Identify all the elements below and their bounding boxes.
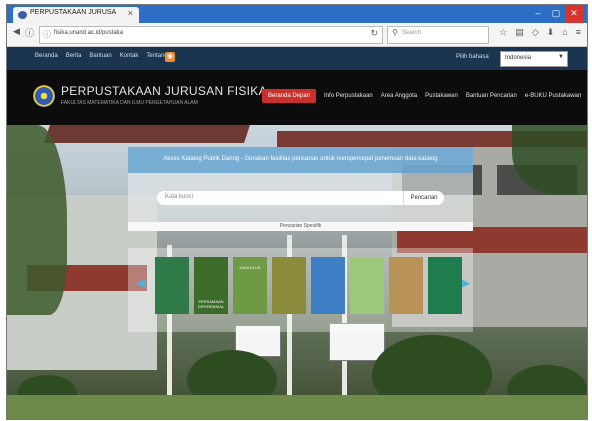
language-label: Pilih bahasa — [456, 54, 489, 60]
topbar-link[interactable]: Berita — [66, 53, 82, 59]
site-subtitle: FAKULTAS MATEMATIKA DAN ILMU PENGETAHUAN… — [61, 100, 198, 106]
book-cover[interactable] — [311, 257, 345, 314]
catalog-search-button[interactable]: Pencarian — [403, 191, 444, 205]
rss-icon[interactable]: ◉ — [165, 52, 175, 62]
minimize-icon[interactable]: – — [529, 5, 547, 23]
catalog-search-input[interactable]: Kata kunci — [157, 191, 403, 205]
tree — [7, 125, 67, 315]
browser-navbar: ◀ ⓘ ⓘ fisika.unand.ac.id/pustaka ↻ ⚲ Sea… — [7, 23, 587, 47]
advanced-search-link-bar: Pencarian Spesifik — [128, 222, 473, 231]
browser-toolbar-icons: ☆ ▤ ◇ ⬇ ⌂ ≡ — [499, 27, 581, 38]
browser-search-placeholder: Search — [402, 30, 422, 36]
book-title: PERSAMAAN DIFERENSIAL — [197, 299, 225, 309]
opac-heading: Akses Katalog Publik Daring - Gunakan fa… — [163, 156, 438, 162]
site-header: PERPUSTAKAAN JURUSAN FISIKA FAKULTAS MAT… — [7, 70, 587, 125]
info-icon[interactable]: ⓘ — [25, 26, 34, 39]
book-cover[interactable] — [428, 257, 462, 314]
topbar-link[interactable]: Bantuan — [89, 53, 111, 59]
university-logo-icon — [33, 85, 55, 107]
browser-window: PERPUSTAKAAN JURUSA × – ▢ ✕ ◀ ⓘ ⓘ fisika… — [6, 4, 588, 420]
reload-icon[interactable]: ↻ — [370, 28, 378, 39]
ground — [7, 395, 587, 419]
catalog-search-placeholder: Kata kunci — [165, 194, 194, 200]
search-icon: ⚲ — [392, 28, 398, 37]
advanced-search-link[interactable]: Pencarian Spesifik — [128, 223, 473, 229]
site-favicon-icon — [18, 11, 27, 19]
menu-item-librarian[interactable]: Pustakawan — [425, 93, 458, 99]
close-window-icon[interactable]: ✕ — [565, 5, 583, 23]
browser-tab[interactable]: PERPUSTAKAAN JURUSA × — [13, 7, 139, 23]
browser-search-box[interactable]: ⚲ Search — [387, 26, 489, 44]
opac-header: Akses Katalog Publik Daring - Gunakan fa… — [128, 147, 473, 173]
language-value: Indonesia — [505, 55, 532, 61]
book-cover[interactable]: PERSAMAAN DIFERENSIAL — [194, 257, 228, 314]
topbar-link[interactable]: Kontak — [120, 53, 139, 59]
tab-title: PERPUSTAKAAN JURUSA — [30, 9, 117, 16]
book-cover[interactable] — [155, 257, 189, 314]
reading-list-icon[interactable]: ▤ — [515, 27, 524, 38]
book-cover[interactable] — [389, 257, 423, 314]
window-controls: – ▢ ✕ — [529, 5, 583, 23]
carousel-prev-icon[interactable]: ◀ — [136, 275, 146, 291]
book-cover[interactable]: KALKULUS — [233, 257, 267, 314]
building-roof-left — [44, 125, 250, 143]
book-cover[interactable] — [350, 257, 384, 314]
browser-titlebar: PERPUSTAKAAN JURUSA × – ▢ ✕ — [7, 5, 587, 23]
menu-item-home[interactable]: Beranda Depan — [262, 89, 317, 103]
language-select[interactable]: Indonesia ▼ — [500, 51, 568, 67]
menu-icon[interactable]: ≡ — [576, 27, 581, 38]
menu-item-library-info[interactable]: Info Perpustakaan — [324, 93, 373, 99]
address-bar[interactable]: ⓘ fisika.unand.ac.id/pustaka ↻ — [39, 26, 383, 44]
main-menu: Beranda Depan Info Perpustakaan Area Ang… — [262, 89, 581, 103]
address-text: fisika.unand.ac.id/pustaka — [54, 30, 124, 36]
book-cover[interactable] — [272, 257, 306, 314]
pocket-icon[interactable]: ◇ — [532, 27, 539, 38]
close-tab-icon[interactable]: × — [128, 8, 133, 18]
menu-item-ebook[interactable]: e-BUKU Pustakawan — [525, 93, 581, 99]
menu-item-search-help[interactable]: Bantuan Pencarian — [466, 93, 517, 99]
chevron-down-icon: ▼ — [558, 54, 564, 60]
page-info-icon: ⓘ — [43, 30, 51, 39]
home-icon[interactable]: ⌂ — [562, 27, 567, 38]
topbar-links: Beranda Berita Bantuan Kontak Tentang — [35, 53, 168, 59]
book-title: KALKULUS — [239, 265, 261, 270]
back-icon[interactable]: ◀ — [13, 26, 20, 37]
site-topbar: Beranda Berita Bantuan Kontak Tentang ◉ … — [7, 47, 587, 70]
site-title: PERPUSTAKAAN JURUSAN FISIKA — [61, 84, 267, 98]
bookmark-star-icon[interactable]: ☆ — [499, 27, 507, 38]
download-icon[interactable]: ⬇ — [547, 27, 555, 38]
maximize-icon[interactable]: ▢ — [547, 5, 565, 23]
topbar-link[interactable]: Beranda — [35, 53, 58, 59]
menu-item-member-area[interactable]: Area Anggota — [381, 93, 417, 99]
